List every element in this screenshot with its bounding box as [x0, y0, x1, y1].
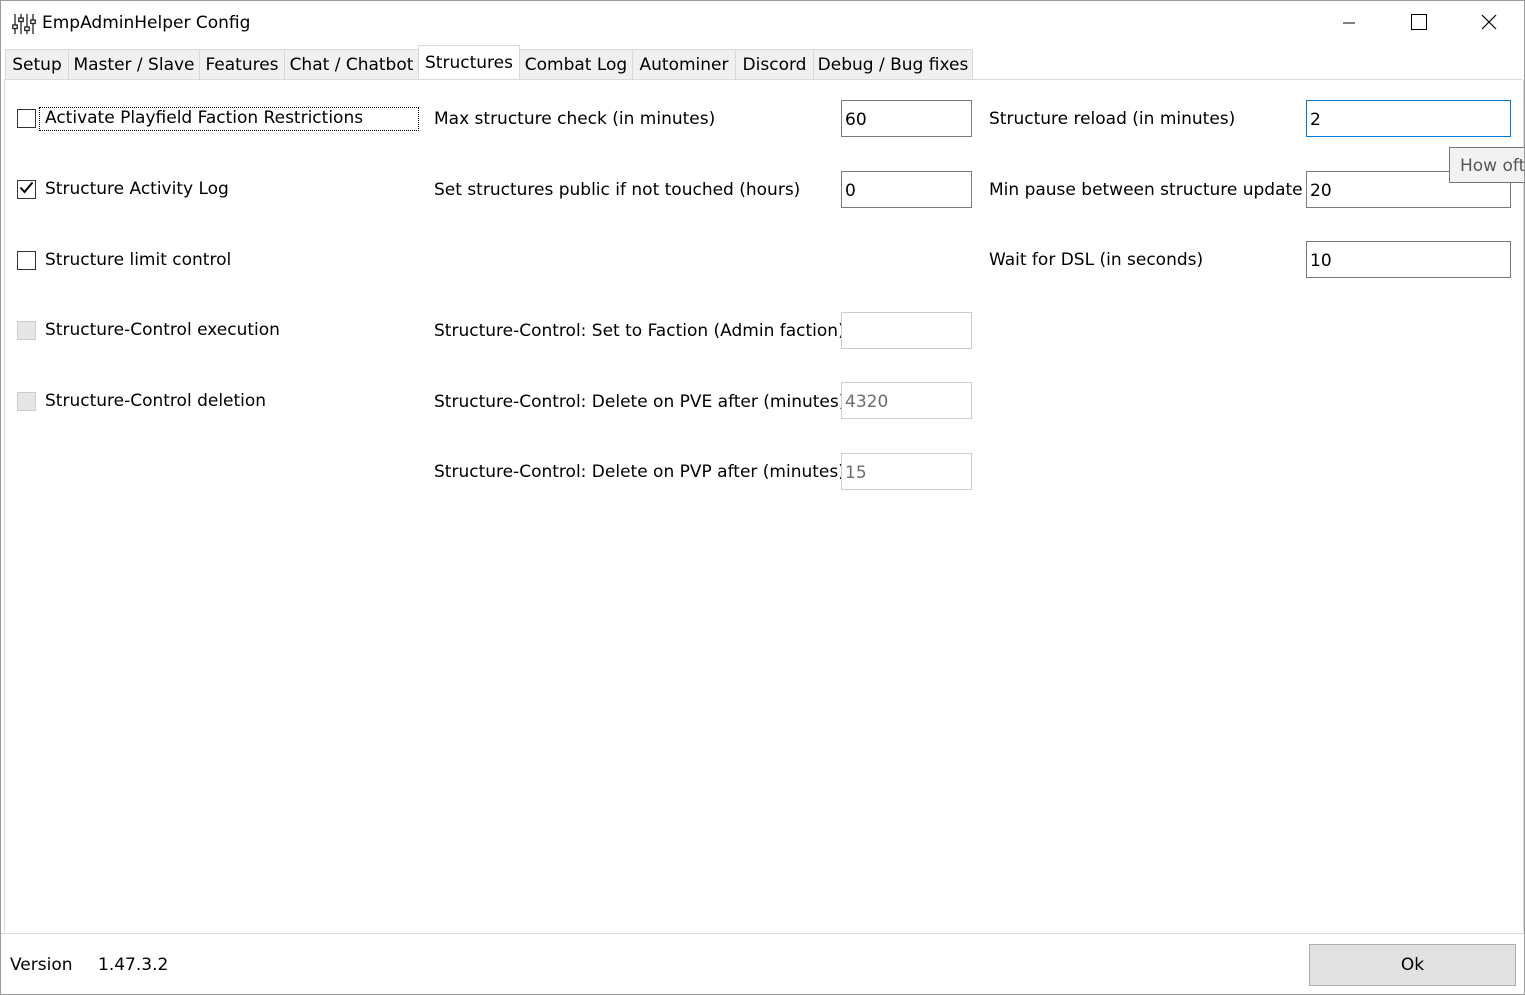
close-icon — [1481, 14, 1497, 35]
tooltip: How ofte — [1449, 147, 1524, 183]
tab-chat-chatbot[interactable]: Chat / Chatbot — [284, 49, 419, 79]
delete-on-pvp-input[interactable] — [841, 453, 972, 490]
checkbox-box[interactable] — [17, 320, 36, 340]
checkbox-label: Structure limit control — [45, 250, 232, 270]
checkbox-label: Structure-Control deletion — [45, 391, 267, 411]
structures-panel — [4, 80, 1524, 932]
checkbox-box[interactable] — [17, 179, 36, 199]
wait-for-dsl-input[interactable] — [1306, 241, 1511, 278]
tab-structures[interactable]: Structures — [418, 45, 520, 79]
minimize-button[interactable] — [1314, 1, 1384, 47]
checkbox-label: Structure Activity Log — [45, 179, 229, 199]
footer-divider — [1, 933, 1524, 934]
maximize-button[interactable] — [1384, 1, 1454, 47]
checkbox-box[interactable] — [17, 108, 36, 128]
window-title: EmpAdminHelper Config — [42, 13, 251, 33]
max-structure-check-label: Max structure check (in minutes) — [434, 109, 716, 129]
tab-strip: Setup Master / Slave Features Chat / Cha… — [1, 45, 1524, 80]
set-structures-public-input[interactable] — [841, 171, 972, 208]
checkbox-structure-control-execution[interactable]: Structure-Control execution — [17, 320, 280, 340]
tab-discord[interactable]: Discord — [735, 49, 814, 79]
version-label: Version — [10, 955, 73, 975]
checkbox-structure-activity-log[interactable]: Structure Activity Log — [17, 179, 229, 199]
structure-reload-label: Structure reload (in minutes) — [989, 109, 1236, 129]
tab-debug-bug-fixes[interactable]: Debug / Bug fixes — [813, 49, 973, 79]
sliders-icon — [12, 13, 36, 35]
delete-on-pve-input[interactable] — [841, 382, 972, 419]
close-button[interactable] — [1454, 1, 1524, 47]
set-to-faction-input[interactable] — [841, 312, 972, 349]
checkbox-label: Structure-Control execution — [45, 320, 280, 340]
checkmark-icon — [19, 179, 34, 199]
checkbox-structure-control-deletion[interactable]: Structure-Control deletion — [17, 391, 266, 411]
checkbox-playfield-faction-restrictions[interactable]: Activate Playfield Faction Restrictions — [17, 108, 363, 128]
tab-setup[interactable]: Setup — [5, 49, 69, 79]
min-pause-label: Min pause between structure update — [989, 180, 1303, 200]
wait-for-dsl-label: Wait for DSL (in seconds) — [989, 250, 1204, 270]
structure-reload-input[interactable] — [1306, 100, 1511, 137]
tab-combat-log[interactable]: Combat Log — [519, 49, 633, 79]
tab-autominer[interactable]: Autominer — [632, 49, 736, 79]
delete-on-pvp-label: Structure-Control: Delete on PVP after (… — [434, 462, 845, 482]
set-to-faction-label: Structure-Control: Set to Faction (Admin… — [434, 321, 845, 341]
checkbox-structure-limit-control[interactable]: Structure limit control — [17, 250, 231, 270]
set-structures-public-label: Set structures public if not touched (ho… — [434, 180, 801, 200]
maximize-icon — [1411, 13, 1427, 35]
checkbox-label: Activate Playfield Faction Restrictions — [45, 108, 364, 128]
tab-master-slave[interactable]: Master / Slave — [68, 49, 200, 79]
version-value: 1.47.3.2 — [98, 955, 169, 975]
title-bar: EmpAdminHelper Config — [1, 1, 1524, 47]
ok-button[interactable]: Ok — [1309, 944, 1516, 986]
config-window: EmpAdminHelper Config Setup Master / Sla… — [0, 0, 1525, 995]
minimize-icon — [1343, 14, 1355, 34]
checkbox-box[interactable] — [17, 391, 36, 411]
max-structure-check-input[interactable] — [841, 100, 972, 137]
checkbox-box[interactable] — [17, 250, 36, 270]
tab-features[interactable]: Features — [199, 49, 285, 79]
delete-on-pve-label: Structure-Control: Delete on PVE after (… — [434, 392, 846, 412]
